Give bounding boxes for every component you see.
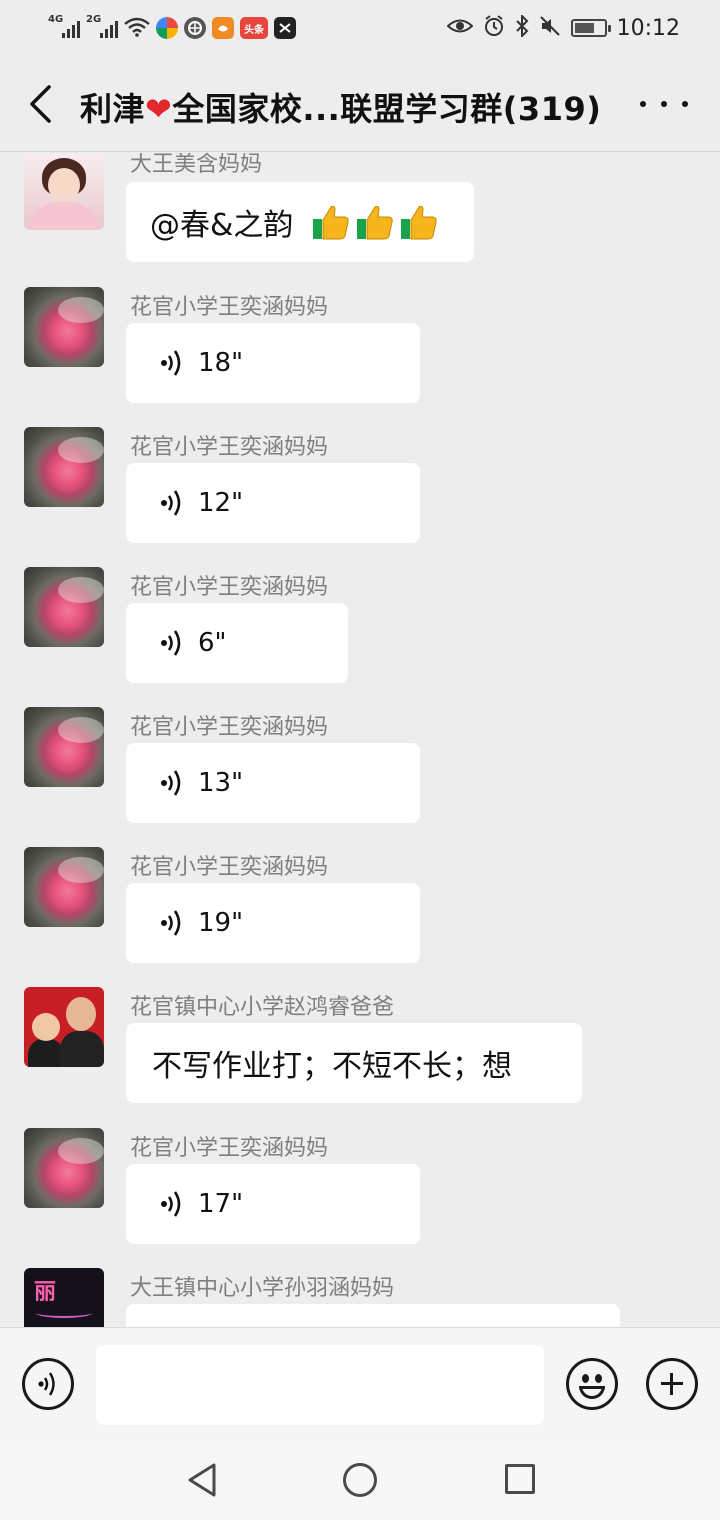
voice-wave-icon [38, 1372, 55, 1396]
toutiao-icon: 头条 [240, 17, 268, 39]
battery-icon [570, 19, 611, 37]
nav-back-icon[interactable] [184, 1462, 220, 1498]
message-text: 不写作业打；不短不长；想 [152, 1049, 512, 1084]
thumbs-up-icon [313, 205, 350, 240]
cellular-signal-icon-2: 2G [86, 14, 118, 38]
mute-icon [539, 15, 561, 41]
avatar-text: 丽 [34, 1280, 57, 1305]
input-bar [0, 1327, 720, 1440]
avatar[interactable] [24, 707, 104, 787]
voice-message-bubble[interactable]: 17" [126, 1164, 420, 1244]
voice-message-bubble[interactable]: 18" [126, 323, 420, 403]
thumbs-up-emoji-group [307, 202, 439, 242]
voice-message-bubble[interactable]: 12" [126, 463, 420, 543]
voice-duration: 13" [198, 768, 244, 798]
avatar[interactable]: 丽 [24, 1268, 104, 1327]
avatar[interactable] [24, 287, 104, 367]
more-functions-button[interactable] [646, 1358, 698, 1410]
voice-duration: 17" [198, 1189, 244, 1219]
voice-message-bubble[interactable]: 6" [126, 603, 348, 683]
chat-title: 利津❤全国家校...联盟学习群(319) [80, 84, 601, 130]
sender-name: 花官小学王奕涵妈妈 [130, 575, 329, 600]
more-dot-icon [682, 101, 688, 107]
cellular-signal-icon: 4G [48, 14, 80, 38]
sender-name: 花官小学王奕涵妈妈 [130, 435, 329, 460]
back-button[interactable] [18, 80, 62, 128]
sender-name: 花官小学王奕涵妈妈 [130, 855, 329, 880]
nav-home-icon[interactable] [343, 1463, 377, 1497]
status-bar: 4G 2G 头条 10:12 [0, 0, 720, 56]
alarm-icon [483, 15, 505, 41]
voice-wave-icon [161, 490, 181, 516]
avatar[interactable] [24, 1128, 104, 1208]
sender-name: 花官镇中心小学赵鸿睿爸爸 [130, 995, 395, 1020]
sender-name: 花官小学王奕涵妈妈 [130, 295, 329, 320]
app-notification-icon [184, 17, 206, 39]
voice-duration: 19" [198, 908, 244, 938]
system-nav-bar [0, 1440, 720, 1520]
text-bubble[interactable]: @春&之韵 [126, 182, 474, 262]
avatar[interactable] [24, 427, 104, 507]
voice-wave-icon [161, 630, 181, 656]
more-dot-icon [640, 101, 646, 107]
avatar[interactable] [24, 987, 104, 1067]
voice-input-button[interactable] [22, 1358, 74, 1410]
message-list[interactable]: 大王美含妈妈 @春&之韵 花官小学王奕涵妈妈 18" 花官小学王奕涵妈妈 12" [0, 153, 720, 1327]
eye-icon [446, 17, 474, 39]
voice-wave-icon [161, 770, 181, 796]
capcut-icon [274, 17, 296, 39]
voice-duration: 12" [198, 488, 244, 518]
message-text: @春&之韵 [150, 208, 294, 243]
network-type-label-2: 2G [86, 14, 102, 25]
avatar[interactable] [24, 847, 104, 927]
more-options-button[interactable] [640, 86, 688, 122]
sender-name: 花官小学王奕涵妈妈 [130, 1136, 329, 1161]
chevron-left-icon [30, 85, 51, 123]
uc-browser-icon [212, 17, 234, 39]
text-bubble[interactable]: 不写作业打；不短不长；想 [126, 1023, 582, 1103]
avatar[interactable] [24, 153, 104, 230]
bluetooth-icon [515, 13, 529, 41]
sender-name: 花官小学王奕涵妈妈 [130, 715, 329, 740]
thumbs-up-icon [401, 205, 438, 240]
avatar[interactable] [24, 567, 104, 647]
heart-icon: ❤ [145, 90, 173, 128]
title-text-prefix: 利津 [80, 90, 146, 128]
voice-message-bubble[interactable]: 13" [126, 743, 420, 823]
nav-recents-icon[interactable] [505, 1464, 535, 1494]
voice-wave-icon [161, 910, 181, 936]
voice-duration: 18" [198, 348, 244, 378]
emoji-button[interactable] [566, 1358, 618, 1410]
sender-name: 大王镇中心小学孙羽涵妈妈 [130, 1276, 395, 1301]
voice-duration: 6" [198, 628, 227, 658]
title-text: 全国家校...联盟学习群(319) [172, 90, 602, 128]
voice-wave-icon [161, 350, 181, 376]
thumbs-up-icon [357, 205, 394, 240]
text-bubble[interactable] [126, 1304, 620, 1327]
app-notification-icon [156, 17, 178, 39]
voice-wave-icon [161, 1191, 181, 1217]
network-type-label: 4G [48, 14, 64, 25]
voice-message-bubble[interactable]: 19" [126, 883, 420, 963]
message-input[interactable] [96, 1345, 544, 1425]
sender-name: 大王美含妈妈 [130, 153, 263, 177]
more-dot-icon [661, 101, 667, 107]
wifi-icon [124, 17, 150, 40]
chat-header: 利津❤全国家校...联盟学习群(319) [0, 56, 720, 152]
clock: 10:12 [616, 15, 680, 41]
